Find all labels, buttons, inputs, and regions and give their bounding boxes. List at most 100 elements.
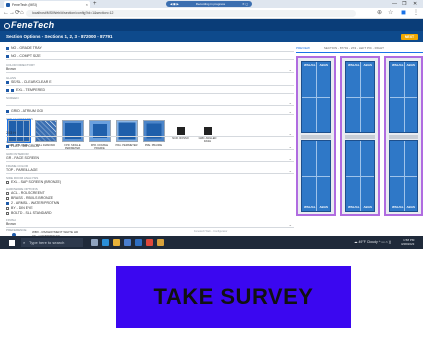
grid-color-value: FLAT - 5/8 GRIDS <box>11 144 40 148</box>
meeting-rail <box>301 135 331 139</box>
option-checkbox[interactable] <box>6 211 9 215</box>
recording-bar[interactable]: ◀ ◼ ▶ Recording in progress ✕ ◻ <box>166 1 252 7</box>
tab-section-details[interactable]: SECTION - 87791 - 2X3 - LEFT PIC - RIGHT <box>324 46 384 50</box>
page-caption: Fenetech Web - Configurator <box>194 230 228 233</box>
pane-tag: ABAS <box>406 63 415 67</box>
task-view-icon[interactable] <box>91 239 98 246</box>
close-window-icon[interactable]: ✕ <box>413 0 417 8</box>
zoom-icon[interactable]: ⊕ <box>377 10 382 17</box>
glass-pane: WSL/GL ABAS <box>389 140 418 212</box>
taskbar-clock[interactable]: 1:58 PM 3/28/2023 <box>401 238 414 246</box>
next-button[interactable]: NEXT <box>401 34 418 40</box>
pane-tag: ABAS <box>319 63 328 67</box>
meeting-rail <box>389 135 418 139</box>
menu-icon[interactable]: ⋮ <box>413 10 419 17</box>
door-panel-3[interactable]: WSL/GL ABAS WSL/GL ABAS <box>384 56 423 216</box>
url-field[interactable]: localhost/MSIWeb/#/section/config?id=1&s… <box>26 10 356 17</box>
grid-bar <box>346 176 374 177</box>
bookmark-icon[interactable]: ☆ <box>388 10 393 17</box>
pane-tag: ABAS <box>406 205 415 209</box>
option-label: BY - DIN EYE <box>11 206 33 210</box>
grid-color-checkbox[interactable] <box>6 144 9 148</box>
option-checkbox[interactable] <box>6 201 9 205</box>
side-room-row[interactable]: EXL - SAP SCREEN (BRONZE) <box>6 180 294 186</box>
close-tab-icon[interactable]: × <box>86 2 88 7</box>
chevron-down-icon: ⌄ <box>288 131 292 136</box>
logo-mark-icon <box>4 22 10 29</box>
tab-preview[interactable]: PREVIEW <box>296 46 310 50</box>
pane-tag: WSL/GL <box>304 205 316 209</box>
new-tab-icon[interactable]: + <box>93 1 97 7</box>
favicon-icon <box>6 2 10 7</box>
recording-window-controls[interactable]: ✕ ◻ <box>242 2 248 6</box>
maximize-icon[interactable]: ❐ <box>402 0 406 8</box>
app-header: FeneTech Section Options - Sections 1, 2… <box>0 19 423 42</box>
glass-pane: WSL/GL ABAS <box>345 61 375 133</box>
grid-bar <box>346 97 374 98</box>
grid-interior-select[interactable]: GR - FACE SCREEN ⌄ <box>6 156 294 162</box>
side-room-value: EXL - SAP SCREEN (BRONZE) <box>11 180 61 184</box>
chevron-down-icon: ⌄ <box>288 144 292 149</box>
option-label: ACL - ROLSCREENT <box>11 191 45 195</box>
hardware-option[interactable]: BOLTD - SLL STANDARD <box>6 211 294 216</box>
recording-controls[interactable]: ◀ ◼ ▶ <box>170 2 179 6</box>
chrome-icon[interactable] <box>146 239 153 246</box>
recording-title: Recording in progress <box>195 2 226 6</box>
pane-tag: ABAS <box>319 205 328 209</box>
system-tray[interactable]: ☁ 49°F Cloudy ^ ▭ ⌂ )) <box>354 239 391 246</box>
grid-bar <box>302 176 330 177</box>
mail-icon[interactable] <box>135 239 142 246</box>
grid-color-select[interactable]: FLAT - 5/8 GRIDS ⌄ <box>6 144 294 150</box>
section-options-form-lower: 2X3 H ⌄ GRID COLOR FLAT - 5/8 GRIDS ⌄ GRID… <box>4 44 294 226</box>
glass-pane: WSL/GL ABAS <box>301 140 331 212</box>
search-icon: ⌕ <box>23 240 26 245</box>
clock-date: 3/28/2023 <box>401 242 415 246</box>
door-panel-1[interactable]: WSL/GL ABAS WSL/GL ABAS <box>296 56 336 216</box>
edge-icon[interactable] <box>102 239 109 246</box>
store-icon[interactable] <box>124 239 131 246</box>
chevron-down-icon: ⌄ <box>288 168 292 173</box>
address-bar-row: ← → ⟳ ⌂ localhost/MSIWeb/#/section/confi… <box>0 8 423 19</box>
option-checkbox[interactable] <box>6 206 9 210</box>
frame-color-value: TOP - PAREILLAGE <box>6 168 38 172</box>
take-survey-button[interactable]: TAKE SURVEY <box>116 266 351 328</box>
grid-bar <box>390 97 417 98</box>
grille-value-select[interactable]: 2X3 H ⌄ <box>6 131 294 137</box>
browser-tab[interactable]: FeneTech (MSI) × <box>4 1 90 8</box>
option-checkbox[interactable] <box>6 191 9 195</box>
app-logo: FeneTech <box>4 20 54 30</box>
photos-icon[interactable] <box>157 239 164 246</box>
section-header-bar: Section Options - Sections 1, 2, 3 - 872… <box>0 31 423 42</box>
section-title: Section Options - Sections 1, 2, 3 - 872… <box>6 34 113 39</box>
preference-label: PREFERENCE <box>6 228 27 232</box>
option-label: 2 - ARMSL - WATER/PROTMN <box>11 201 60 205</box>
option-checkbox[interactable] <box>6 196 9 200</box>
minimize-icon[interactable]: — <box>392 0 397 8</box>
frame-color-select[interactable]: TOP - PAREILLAGE ⌄ <box>6 168 294 174</box>
side-room-checkbox[interactable] <box>6 180 9 184</box>
meeting-rail <box>345 135 375 139</box>
grid-bar <box>390 176 417 177</box>
pane-tag: WSL/GL <box>348 205 360 209</box>
browser-tab-bar: FeneTech (MSI) × + ◀ ◼ ▶ Recording in pr… <box>0 0 423 8</box>
tab-title: FeneTech (MSI) <box>12 2 37 7</box>
home-icon[interactable]: ⌂ <box>20 10 24 17</box>
glass-pane: WSL/GL ABAS <box>301 61 331 133</box>
file-explorer-icon[interactable] <box>113 239 120 246</box>
door-panel-2[interactable]: WSL/GL ABAS WSL/GL ABAS <box>340 56 380 216</box>
taskbar-search-input[interactable]: ⌕ Type here to search <box>21 238 83 247</box>
windows-taskbar: ⌕ Type here to search ☁ 49°F Cloudy ^ ▭ ⌂… <box>0 236 423 249</box>
logo-text: FeneTech <box>11 20 55 30</box>
windows-start-icon[interactable] <box>9 240 15 246</box>
profile-icon[interactable]: ◼ <box>401 10 406 17</box>
preview-tab-underline <box>296 52 423 53</box>
pane-tag: ABAS <box>363 63 372 67</box>
chevron-down-icon: ⌄ <box>288 156 292 161</box>
finish-select[interactable]: Brown ⌄ <box>6 222 294 228</box>
pane-tag: WSL/GL <box>304 63 316 67</box>
search-placeholder: Type here to search <box>29 240 65 245</box>
chevron-down-icon: ⌄ <box>288 222 292 227</box>
pane-tag: WSL/GL <box>392 63 404 67</box>
glass-pane: WSL/GL ABAS <box>345 140 375 212</box>
grid-bar <box>302 97 330 98</box>
